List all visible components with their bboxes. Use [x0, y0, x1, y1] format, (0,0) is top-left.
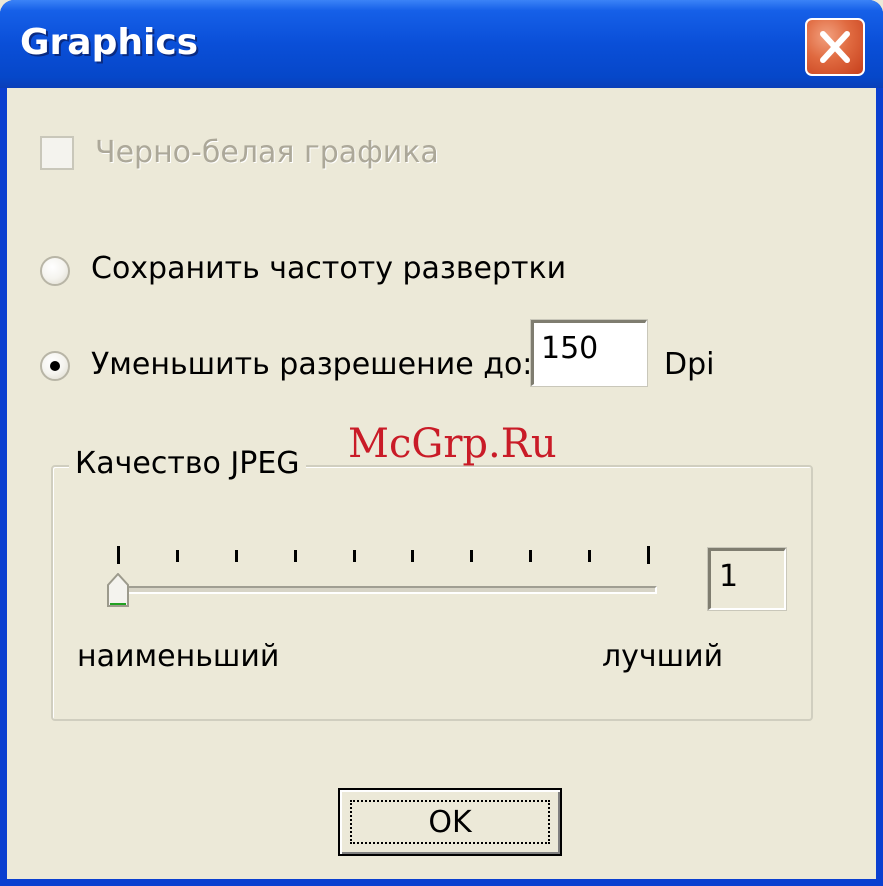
keep-frequency-radio[interactable] — [40, 256, 70, 286]
slider-tick — [176, 550, 179, 562]
dialog-body: Черно-белая графика Сохранить частоту ра… — [7, 88, 876, 879]
jpeg-quality-value: 1 — [707, 547, 787, 611]
reduce-resolution-radio[interactable] — [40, 351, 70, 381]
window-title: Graphics — [20, 22, 199, 63]
min-quality-label: наименьший — [77, 639, 280, 674]
dialog-window: Graphics Черно-белая графика Сохранить ч… — [0, 0, 883, 886]
reduce-resolution-label: Уменьшить разрешение до: — [91, 347, 533, 382]
bw-graphics-label: Черно-белая графика — [95, 135, 439, 170]
close-icon — [820, 31, 850, 63]
slider-tick — [294, 550, 297, 562]
bw-graphics-checkbox[interactable] — [40, 136, 74, 170]
ok-button-label: OK — [428, 804, 472, 840]
slider-tick — [117, 546, 120, 564]
jpeg-slider-thumb[interactable] — [107, 572, 129, 607]
slider-tick — [588, 550, 591, 562]
slider-tick — [411, 550, 414, 562]
slider-tick — [647, 546, 650, 564]
slider-tick — [470, 550, 473, 562]
slider-tick — [353, 550, 356, 562]
jpeg-slider-track[interactable] — [117, 586, 657, 594]
max-quality-label: лучший — [602, 639, 724, 674]
jpeg-quality-title: Качество JPEG — [69, 446, 306, 481]
dpi-input[interactable]: 150 — [530, 319, 648, 387]
title-bar[interactable]: Graphics — [0, 0, 883, 88]
dpi-unit-label: Dpi — [664, 347, 715, 382]
watermark-text: McGrp.Ru — [348, 421, 557, 467]
ok-button[interactable]: OK — [338, 788, 562, 856]
close-button[interactable] — [805, 18, 865, 76]
radio-selected-dot — [50, 361, 60, 371]
keep-frequency-label: Сохранить частоту развертки — [91, 251, 567, 286]
slider-tick — [529, 550, 532, 562]
slider-thumb-icon — [107, 572, 129, 607]
slider-tick — [235, 550, 238, 562]
